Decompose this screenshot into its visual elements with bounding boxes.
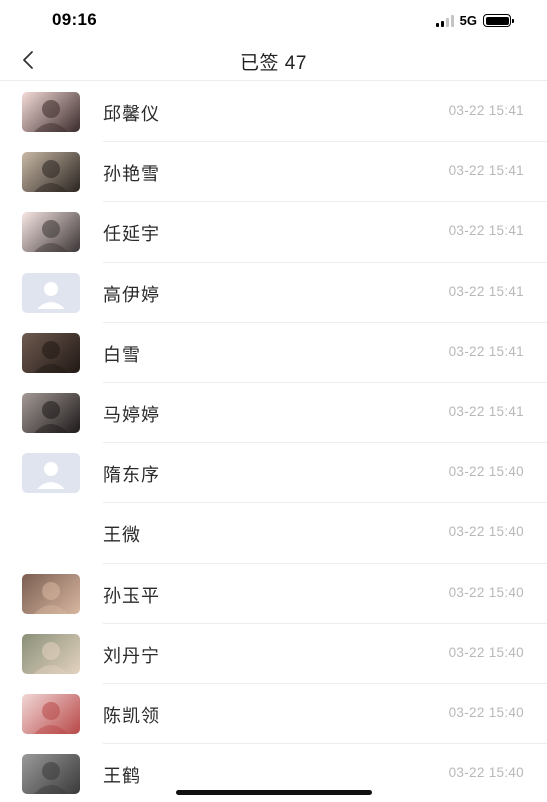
list-item[interactable]: 马婷婷 03-22 15:41: [0, 383, 547, 444]
contact-name: 邱馨仪: [103, 104, 160, 124]
signal-icon: [435, 14, 454, 27]
sign-time: 03-22 15:41: [448, 103, 524, 118]
avatar: [22, 513, 80, 553]
contact-name: 马婷婷: [103, 404, 160, 425]
avatar: [22, 332, 80, 373]
nav-bar: 已签 47: [0, 40, 547, 82]
list-item[interactable]: 隋东序 03-22 15:40: [0, 443, 547, 504]
contact-name: 孙玉平: [103, 585, 160, 606]
battery-icon: [483, 14, 514, 27]
avatar: [22, 573, 80, 614]
contact-name: 王微: [103, 525, 141, 546]
sign-time: 03-22 15:41: [448, 343, 524, 359]
avatar: [22, 92, 80, 132]
avatar: [22, 633, 80, 674]
status-indicators: 5G: [435, 13, 514, 28]
sign-time: 03-22 15:40: [448, 644, 524, 660]
sign-time: 03-22 15:40: [448, 464, 524, 480]
default-avatar-icon: [22, 272, 80, 313]
contact-name: 白雪: [103, 344, 141, 365]
default-avatar-icon: [22, 453, 80, 494]
sign-time: 03-22 15:41: [448, 283, 524, 299]
avatar: [22, 392, 80, 433]
sign-time: 03-22 15:40: [448, 765, 524, 781]
list-item[interactable]: 孙艳雪 03-22 15:41: [0, 142, 547, 203]
status-bar: 09:16 5G: [0, 0, 547, 40]
sign-time: 03-22 15:40: [448, 584, 524, 600]
contact-name: 任延宇: [103, 224, 160, 245]
sign-time: 03-22 15:40: [448, 704, 524, 720]
list-item[interactable]: 王微 03-22 15:40: [0, 503, 547, 564]
sign-time: 03-22 15:41: [448, 403, 524, 419]
list-item[interactable]: 陈凯领 03-22 15:40: [0, 684, 547, 745]
list-item[interactable]: 邱馨仪 03-22 15:41: [0, 82, 547, 143]
list-item[interactable]: 白雪 03-22 15:41: [0, 323, 547, 383]
avatar: [22, 212, 80, 253]
contact-name: 孙艳雪: [103, 164, 160, 185]
contact-name: 隋东序: [103, 465, 160, 486]
list-item[interactable]: 刘丹宁 03-22 15:40: [0, 624, 547, 684]
contact-name: 王鹤: [103, 766, 141, 787]
status-time: 09:16: [52, 10, 97, 29]
list-item[interactable]: 任延宇 03-22 15:41: [0, 202, 547, 263]
contact-name: 陈凯领: [103, 705, 160, 726]
sign-time: 03-22 15:40: [448, 524, 524, 540]
avatar: [22, 754, 80, 795]
sign-time: 03-22 15:41: [448, 163, 524, 179]
contact-name: 刘丹宁: [103, 645, 160, 666]
network-type: 5G: [459, 13, 477, 28]
sign-time: 03-22 15:41: [448, 223, 524, 239]
nav-divider: [0, 80, 547, 81]
avatar: [22, 693, 80, 734]
list-item[interactable]: 孙玉平 03-22 15:40: [0, 564, 547, 624]
signed-list: 邱馨仪 03-22 15:41 孙艳雪 03-22 15:41 任延宇 03-22 15:…: [0, 82, 547, 802]
page-title: 已签 47: [240, 53, 307, 74]
home-indicator: [176, 790, 372, 795]
avatar: [22, 152, 80, 193]
contact-name: 高伊婷: [103, 284, 160, 305]
list-item[interactable]: 高伊婷 03-22 15:41: [0, 263, 547, 323]
